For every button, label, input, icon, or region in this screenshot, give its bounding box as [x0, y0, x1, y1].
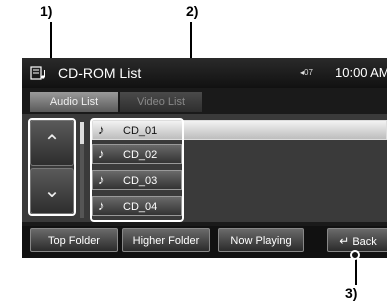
- callout-3: 3): [345, 285, 358, 301]
- scrollbar-thumb[interactable]: [80, 122, 84, 144]
- page-title: CD-ROM List: [58, 65, 142, 81]
- higher-folder-button[interactable]: Higher Folder: [122, 228, 210, 252]
- back-button[interactable]: ↵ Back: [327, 228, 387, 252]
- callout-2: 2): [186, 3, 199, 19]
- callout-2-frame: [90, 118, 184, 222]
- top-folder-button[interactable]: Top Folder: [30, 228, 118, 252]
- title-bar: CD-ROM List ◂07 10:00 AM: [22, 58, 387, 88]
- now-playing-button[interactable]: Now Playing: [218, 228, 304, 252]
- document-music-icon: [30, 66, 45, 80]
- callout-1-frame: [28, 118, 76, 216]
- tab-audio-list[interactable]: Audio List: [30, 92, 118, 112]
- back-button-label: Back: [352, 236, 377, 248]
- back-arrow-icon: ↵: [339, 234, 350, 248]
- clock: 10:00 AM: [335, 65, 387, 80]
- tab-video-list[interactable]: Video List: [120, 92, 202, 112]
- callout-3-marker: [350, 250, 360, 260]
- callout-1: 1): [40, 3, 53, 19]
- volume-indicator: ◂07: [300, 68, 313, 77]
- cd-rom-list-screen: CD-ROM List ◂07 10:00 AM Audio List Vide…: [22, 58, 387, 258]
